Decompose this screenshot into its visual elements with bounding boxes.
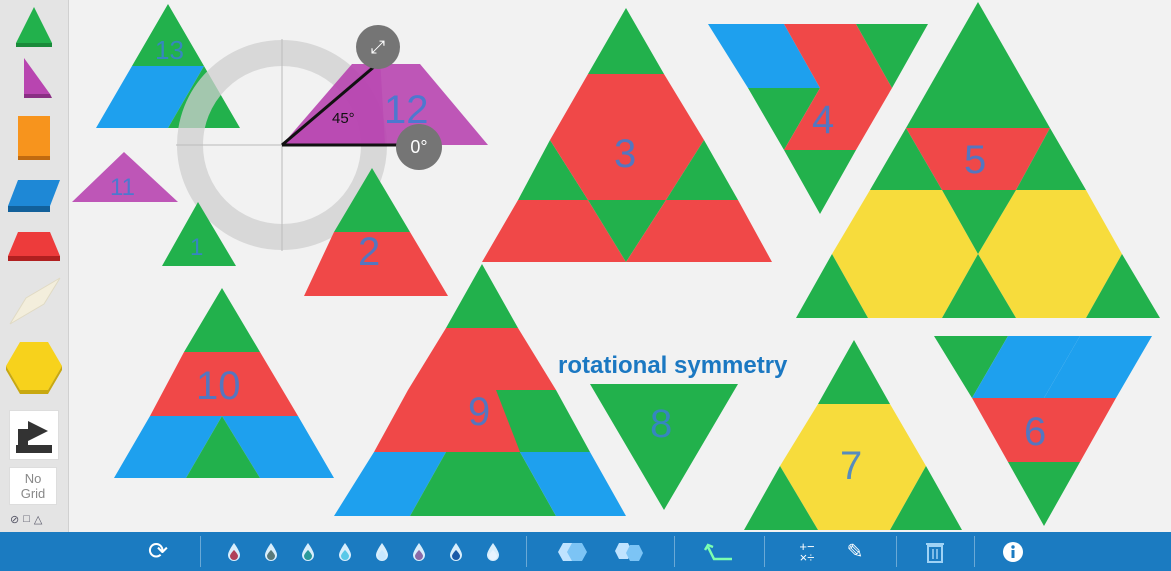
shape-label-5: 5 bbox=[964, 138, 987, 182]
bottom-toolbar: ⟳ +− ×÷ ✎ bbox=[0, 532, 1171, 571]
shape-label-3: 3 bbox=[614, 132, 637, 176]
shape-label-1: 1 bbox=[190, 234, 204, 261]
color-drop-icon[interactable] bbox=[407, 532, 431, 571]
shape-label-8: 8 bbox=[650, 402, 673, 446]
info-icon[interactable] bbox=[998, 532, 1028, 571]
shape-label-7: 7 bbox=[840, 444, 863, 488]
group-icon[interactable] bbox=[555, 532, 591, 571]
pencil-icon[interactable]: ✎ bbox=[838, 532, 872, 571]
shape-label-9: 9 bbox=[468, 390, 491, 434]
color-drop-icon[interactable] bbox=[333, 532, 357, 571]
color-drop-icon[interactable] bbox=[296, 532, 320, 571]
shape-label-10: 10 bbox=[196, 364, 241, 408]
shape-label-4: 4 bbox=[812, 98, 835, 142]
shape-label-12: 12 bbox=[384, 88, 429, 132]
shape-label-11: 11 bbox=[110, 174, 135, 201]
color-drop-icon[interactable] bbox=[222, 532, 246, 571]
color-drop-icon[interactable] bbox=[370, 532, 394, 571]
shape-label-13: 13 bbox=[155, 35, 184, 65]
trash-icon[interactable] bbox=[918, 532, 952, 571]
calculator-icon[interactable]: +− ×÷ bbox=[790, 532, 824, 571]
color-drop-icon[interactable] bbox=[259, 532, 283, 571]
refresh-icon[interactable]: ⟳ bbox=[138, 532, 178, 571]
shape-label-6: 6 bbox=[1024, 410, 1047, 454]
angle-label: 45° bbox=[332, 110, 355, 127]
workspace-canvas[interactable] bbox=[0, 0, 1171, 532]
expand-icon[interactable]: ⤢ bbox=[356, 25, 400, 69]
color-drop-icon[interactable] bbox=[481, 532, 505, 571]
rotational-symmetry-annotation: rotational symmetry bbox=[558, 352, 788, 379]
shape-label-2: 2 bbox=[358, 230, 381, 274]
undo-icon[interactable] bbox=[700, 532, 738, 571]
ungroup-icon[interactable] bbox=[612, 532, 648, 571]
color-drop-icon[interactable] bbox=[444, 532, 468, 571]
